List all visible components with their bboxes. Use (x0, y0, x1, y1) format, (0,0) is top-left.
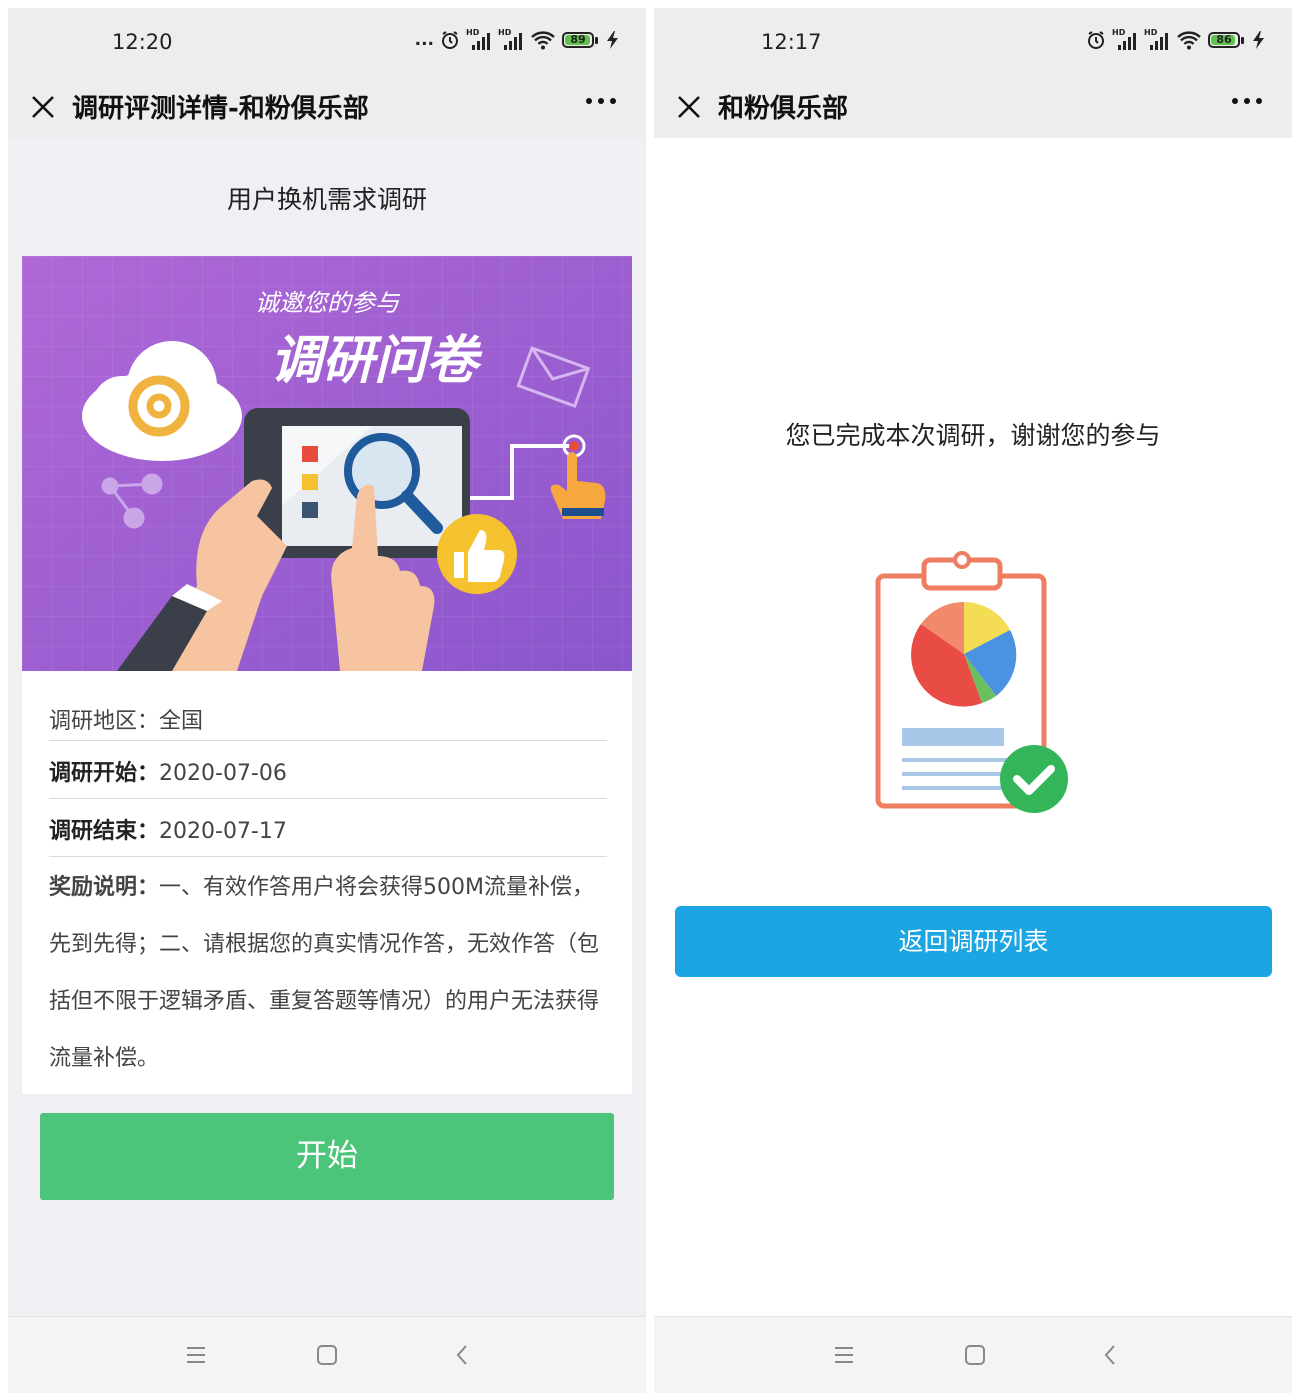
start-value: 2020-07-06 (159, 761, 287, 786)
status-bar: 12:20 ... HD HD 89 (8, 8, 646, 76)
start-label: 调研开始： (49, 761, 160, 786)
alarm-icon (442, 31, 458, 49)
banner-title: 调研问卷 (270, 331, 483, 391)
title-bar: 和粉俱乐部 (654, 76, 1292, 138)
title-bar: 调研评测详情-和粉俱乐部 (8, 76, 646, 138)
signal-icon: HD (466, 28, 492, 50)
close-icon[interactable] (674, 92, 704, 122)
notification-dots: ... (414, 30, 434, 50)
system-nav-bar (654, 1316, 1292, 1393)
back-icon[interactable] (1099, 1343, 1123, 1367)
back-to-survey-list-button[interactable]: 返回调研列表 (675, 906, 1272, 977)
more-icon[interactable] (586, 98, 616, 104)
charging-icon (1253, 31, 1264, 49)
more-icon[interactable] (1232, 98, 1262, 104)
clipboard-report-icon (875, 551, 1068, 813)
reward-label: 奖励说明： (49, 875, 160, 900)
status-icons: ... HD HD 89 (414, 28, 620, 50)
region-value: 全国 (159, 709, 204, 734)
back-icon[interactable] (451, 1343, 475, 1367)
menu-icon[interactable] (184, 1343, 208, 1367)
wifi-icon (531, 31, 555, 50)
signal-icon-2: HD (498, 28, 524, 50)
page-title: 调研评测详情-和粉俱乐部 (72, 94, 369, 124)
pie-chart-icon (911, 601, 1017, 707)
info-row-region: 调研地区：全国 (49, 703, 607, 735)
survey-complete-screen: 12:17 HD HD 86 和粉俱乐部 您已完成本次调研，谢谢您的参与 返回调… (654, 8, 1292, 1393)
info-row-start: 调研开始：2020-07-06 (49, 755, 607, 787)
survey-info-card: 调研地区：全国 调研开始：2020-07-06 调研结束：2020-07-17 … (22, 671, 632, 1094)
completion-message: 您已完成本次调研，谢谢您的参与 (785, 421, 1161, 450)
wifi-icon (1177, 31, 1201, 50)
survey-title: 用户换机需求调研 (226, 185, 427, 214)
region-label: 调研地区： (49, 709, 160, 734)
status-time: 12:17 (761, 30, 822, 54)
reward-text: 一、有效作答用户将会获得500M流量补偿，先到先得；二、请根据您的真实情况作答，… (49, 875, 600, 1071)
end-value: 2020-07-17 (159, 819, 287, 844)
battery-icon: 89 (562, 32, 598, 48)
battery-level: 89 (570, 33, 586, 46)
status-icons: HD HD 86 (1086, 28, 1266, 50)
info-row-end: 调研结束：2020-07-17 (49, 813, 607, 845)
home-icon[interactable] (315, 1343, 339, 1367)
home-icon[interactable] (963, 1343, 987, 1367)
start-button[interactable]: 开始 (40, 1113, 614, 1200)
signal-icon-2: HD (1144, 28, 1170, 50)
charging-icon (607, 31, 618, 49)
signal-icon: HD (1112, 28, 1138, 50)
battery-level: 86 (1216, 33, 1232, 46)
menu-icon[interactable] (832, 1343, 856, 1367)
end-label: 调研结束： (49, 819, 160, 844)
battery-icon: 86 (1208, 32, 1244, 48)
status-bar: 12:17 HD HD 86 (654, 8, 1292, 76)
survey-banner: 诚邀您的参与 调研问卷 (22, 256, 632, 671)
status-time: 12:20 (112, 30, 173, 54)
alarm-icon (1088, 31, 1104, 49)
banner-subtitle: 诚邀您的参与 (255, 289, 401, 317)
close-icon[interactable] (28, 92, 58, 122)
survey-detail-screen: 12:20 ... HD HD 89 调研评测详情-和粉俱乐部 用户换机需求调研 (8, 8, 646, 1393)
reward-description: 奖励说明：一、有效作答用户将会获得500M流量补偿，先到先得；二、请根据您的真实… (49, 859, 607, 1087)
system-nav-bar (8, 1316, 646, 1393)
page-title: 和粉俱乐部 (718, 94, 849, 124)
check-icon (1000, 745, 1068, 813)
